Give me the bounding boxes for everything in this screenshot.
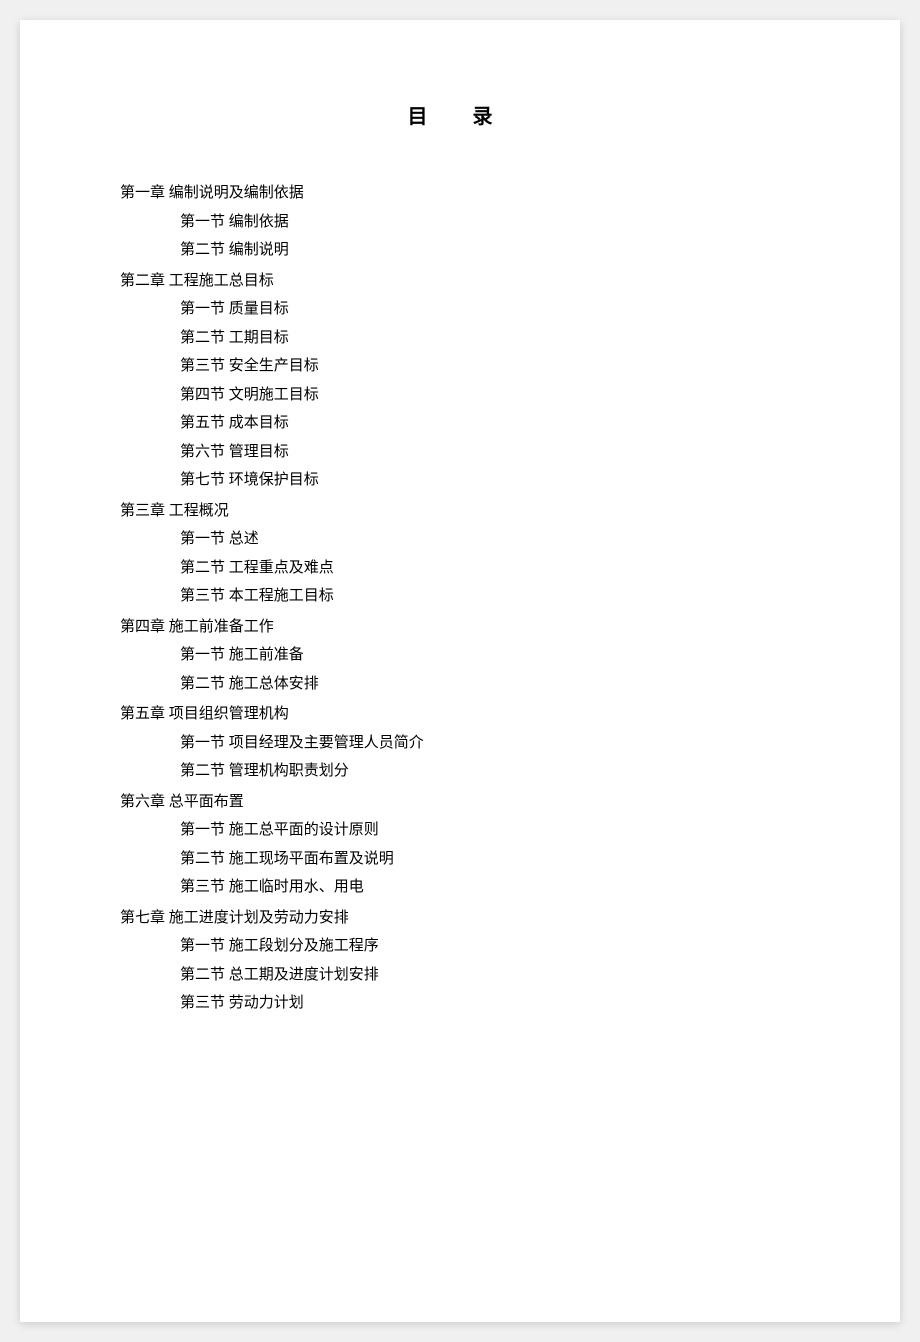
chapter-title-ch3: 第三章 工程概况 — [120, 497, 800, 526]
chapter-group-ch5: 第五章 项目组织管理机构第一节 项目经理及主要管理人员简介第二节 管理机构职责划… — [120, 700, 800, 786]
document-page: 目 录 第一章 编制说明及编制依据第一节 编制依据第二节 编制说明第二章 工程施… — [20, 20, 900, 1322]
section-item-ch6s2: 第二节 施工现场平面布置及说明 — [120, 845, 800, 874]
section-item-ch4s2: 第二节 施工总体安排 — [120, 670, 800, 699]
section-item-ch2s3: 第三节 安全生产目标 — [120, 352, 800, 381]
chapter-group-ch1: 第一章 编制说明及编制依据第一节 编制依据第二节 编制说明 — [120, 179, 800, 265]
section-item-ch7s3: 第三节 劳动力计划 — [120, 989, 800, 1018]
section-item-ch2s5: 第五节 成本目标 — [120, 409, 800, 438]
chapter-title-ch2: 第二章 工程施工总目标 — [120, 267, 800, 296]
section-item-ch1s1: 第一节 编制依据 — [120, 208, 800, 237]
section-item-ch5s1: 第一节 项目经理及主要管理人员简介 — [120, 729, 800, 758]
chapter-group-ch7: 第七章 施工进度计划及劳动力安排第一节 施工段划分及施工程序第二节 总工期及进度… — [120, 904, 800, 1018]
section-item-ch7s1: 第一节 施工段划分及施工程序 — [120, 932, 800, 961]
section-item-ch2s2: 第二节 工期目标 — [120, 324, 800, 353]
page-title: 目 录 — [120, 100, 800, 129]
section-item-ch7s2: 第二节 总工期及进度计划安排 — [120, 961, 800, 990]
chapter-group-ch6: 第六章 总平面布置第一节 施工总平面的设计原则第二节 施工现场平面布置及说明第三… — [120, 788, 800, 902]
section-item-ch4s1: 第一节 施工前准备 — [120, 641, 800, 670]
chapter-title-ch5: 第五章 项目组织管理机构 — [120, 700, 800, 729]
section-item-ch6s1: 第一节 施工总平面的设计原则 — [120, 816, 800, 845]
chapter-group-ch3: 第三章 工程概况第一节 总述第二节 工程重点及难点第三节 本工程施工目标 — [120, 497, 800, 611]
chapter-title-ch7: 第七章 施工进度计划及劳动力安排 — [120, 904, 800, 933]
section-item-ch2s7: 第七节 环境保护目标 — [120, 466, 800, 495]
chapter-group-ch4: 第四章 施工前准备工作第一节 施工前准备第二节 施工总体安排 — [120, 613, 800, 699]
section-item-ch6s3: 第三节 施工临时用水、用电 — [120, 873, 800, 902]
section-item-ch3s1: 第一节 总述 — [120, 525, 800, 554]
toc-container: 第一章 编制说明及编制依据第一节 编制依据第二节 编制说明第二章 工程施工总目标… — [120, 179, 800, 1018]
section-item-ch2s1: 第一节 质量目标 — [120, 295, 800, 324]
section-item-ch3s3: 第三节 本工程施工目标 — [120, 582, 800, 611]
section-item-ch3s2: 第二节 工程重点及难点 — [120, 554, 800, 583]
chapter-group-ch2: 第二章 工程施工总目标第一节 质量目标第二节 工期目标第三节 安全生产目标第四节… — [120, 267, 800, 495]
section-item-ch1s2: 第二节 编制说明 — [120, 236, 800, 265]
section-item-ch2s4: 第四节 文明施工目标 — [120, 381, 800, 410]
section-item-ch5s2: 第二节 管理机构职责划分 — [120, 757, 800, 786]
section-item-ch2s6: 第六节 管理目标 — [120, 438, 800, 467]
chapter-title-ch6: 第六章 总平面布置 — [120, 788, 800, 817]
chapter-title-ch4: 第四章 施工前准备工作 — [120, 613, 800, 642]
chapter-title-ch1: 第一章 编制说明及编制依据 — [120, 179, 800, 208]
